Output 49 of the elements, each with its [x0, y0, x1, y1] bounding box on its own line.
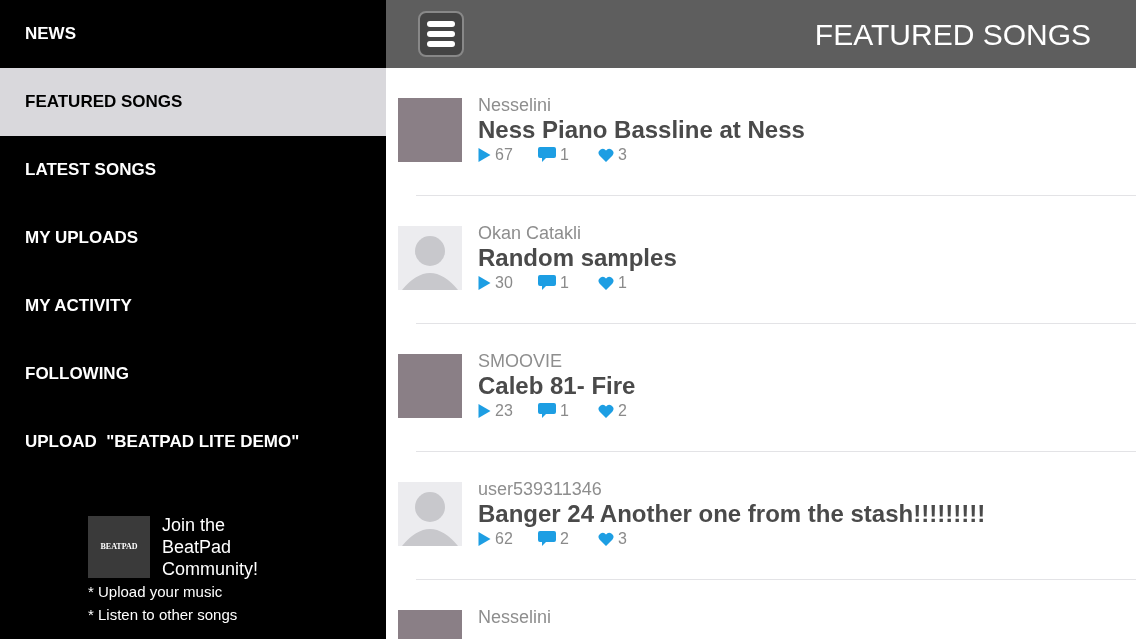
avatar-silhouette-icon	[398, 226, 462, 290]
menu-item[interactable]: MY ACTIVITY	[0, 272, 386, 340]
stat-count: 1	[560, 403, 569, 419]
stat-count: 2	[618, 403, 627, 419]
heart-icon	[598, 148, 614, 162]
menu-item[interactable]: MY UPLOADS	[0, 204, 386, 272]
heart-icon	[598, 276, 614, 290]
stat-count: 3	[618, 147, 627, 163]
page-title: FEATURED SONGS	[814, 16, 1091, 53]
menu-item[interactable]: LATEST SONGS	[0, 136, 386, 204]
speech-bubble-icon	[538, 403, 556, 419]
song-title[interactable]: Ness Piano Bassline at Ness	[478, 116, 805, 144]
username: Nesselini	[478, 94, 553, 116]
menu-item[interactable]: FEATURED SONGS	[0, 68, 386, 136]
photo-placeholder	[398, 98, 462, 162]
menu-item[interactable]: UPLOAD "BEATPAD LITE DEMO"	[0, 408, 386, 476]
username: SMOOVIE	[478, 350, 563, 372]
stat-count: 2	[560, 531, 569, 547]
heart-icon	[598, 532, 614, 546]
menu-item[interactable]: FOLLOWING	[0, 340, 386, 408]
play-icon	[478, 148, 491, 162]
promo-bullet: * Upload your music	[88, 582, 224, 602]
username: user539311346	[478, 478, 603, 500]
menu-item[interactable]: NEWS	[0, 0, 386, 68]
speech-bubble-icon	[538, 147, 556, 163]
stat-count: 1	[560, 275, 569, 291]
promo-bullet: * Listen to other songs	[88, 605, 239, 625]
stat-count: 67	[495, 147, 513, 163]
stat-count: 30	[495, 275, 513, 291]
speech-bubble-icon	[538, 275, 556, 291]
stat-count: 1	[560, 147, 569, 163]
heart-icon	[598, 404, 614, 418]
stat-count: 23	[495, 403, 513, 419]
menu-button[interactable]	[418, 11, 464, 57]
play-icon	[478, 404, 491, 418]
song-title[interactable]: Banger 24 Another one from the stash!!!!!!!!!	[478, 500, 986, 528]
stat-count: 62	[495, 531, 513, 547]
promo-title: Join the BeatPad Community!	[162, 514, 260, 580]
avatar-silhouette-icon	[398, 482, 462, 546]
photo-placeholder	[398, 354, 462, 418]
play-icon	[478, 532, 491, 546]
username: Nesselini	[478, 606, 552, 628]
username: Okan Catakli	[478, 222, 583, 244]
speech-bubble-icon	[538, 531, 556, 547]
song-title[interactable]: Random samples	[478, 244, 677, 272]
song-title[interactable]: Caleb 81- Fire	[478, 372, 658, 400]
play-icon	[478, 276, 491, 290]
stat-count: 1	[618, 275, 627, 291]
stat-count: 3	[618, 531, 627, 547]
